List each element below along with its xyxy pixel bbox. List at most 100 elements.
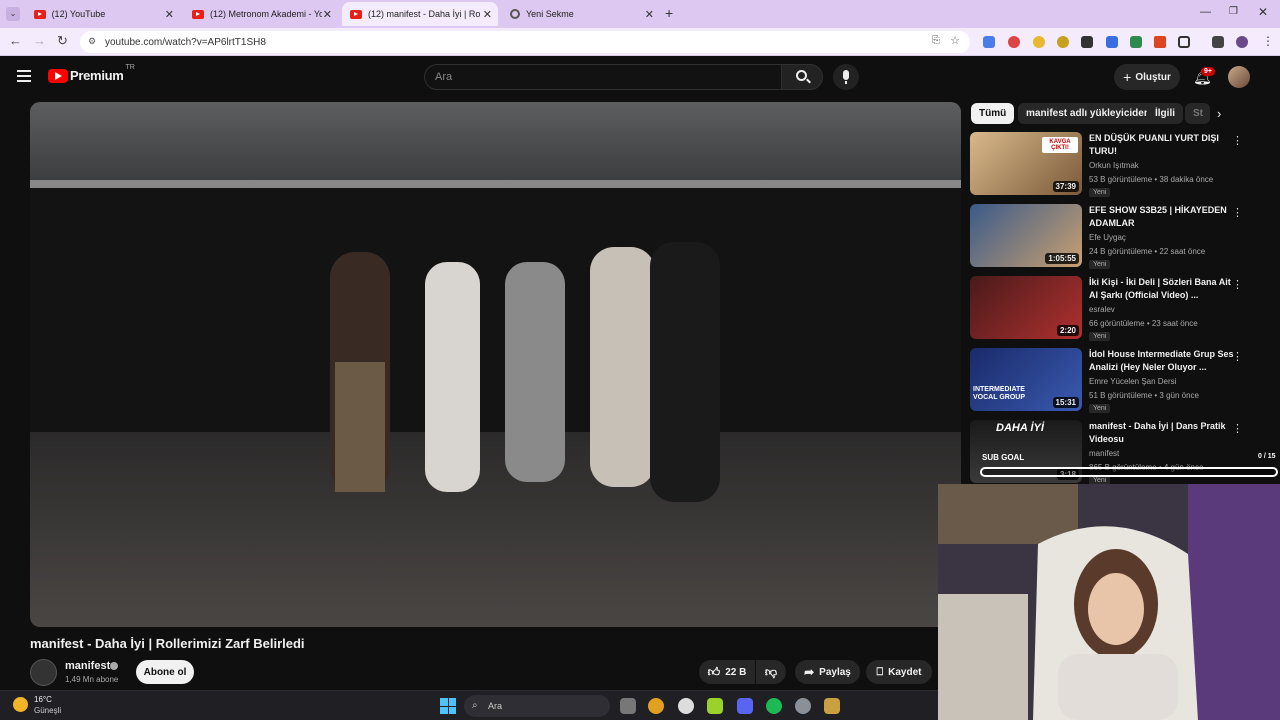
address-bar-row: ← → ↻ ⚙ youtube.com/watch?v=AP6lrtT1SH8 … bbox=[0, 28, 1280, 56]
close-tab-icon[interactable]: ✕ bbox=[165, 8, 174, 21]
taskbar-search-placeholder: Ara bbox=[488, 701, 503, 711]
extension-icon[interactable] bbox=[1106, 36, 1118, 48]
sub-goal-label: SUB GOAL bbox=[982, 453, 1025, 462]
like-button[interactable]: 👍︎ 22 B bbox=[699, 660, 755, 684]
recommendation-channel: manifest bbox=[1089, 449, 1120, 458]
share-arrow-icon: ➦ bbox=[804, 665, 815, 679]
more-options-icon[interactable]: ⋮ bbox=[1232, 350, 1243, 363]
tab-metronom[interactable]: (12) Metronom Akademi - YouT ✕ bbox=[184, 2, 338, 26]
chrome-icon[interactable] bbox=[648, 698, 664, 714]
close-window-icon[interactable]: ✕ bbox=[1258, 5, 1268, 19]
region-code: TR bbox=[125, 64, 135, 71]
recommendation-channel: Orkun Işıtmak bbox=[1089, 161, 1139, 170]
search-button[interactable] bbox=[781, 64, 823, 90]
thumbs-down-icon: 👎︎ bbox=[764, 664, 778, 679]
video-title: manifest - Daha İyi | Rollerimizi Zarf B… bbox=[30, 636, 305, 651]
recommendation-meta: 24 B görüntüleme • 22 saat önce bbox=[1089, 247, 1206, 256]
extension-icon[interactable] bbox=[1057, 36, 1069, 48]
youtube-header: Premium TR Ara + Oluştur 🔔︎ 9+ bbox=[0, 58, 1280, 98]
chip-more[interactable]: St bbox=[1185, 103, 1210, 124]
extension-icon[interactable] bbox=[1081, 36, 1093, 48]
extension-icon[interactable] bbox=[1130, 36, 1142, 48]
tab-youtube[interactable]: (12) YouTube ✕ bbox=[26, 2, 180, 26]
youtube-favicon-icon bbox=[192, 9, 204, 19]
github-icon[interactable] bbox=[678, 698, 694, 714]
extension-icon[interactable] bbox=[1008, 36, 1020, 48]
tab-search-icon[interactable]: ⌄ bbox=[6, 7, 20, 21]
new-tab-plus-icon[interactable]: + bbox=[665, 5, 673, 21]
tab-new-tab[interactable]: Yeni Sekme ✕ bbox=[502, 2, 660, 26]
taskbar-search-box[interactable]: ⌕ Ara bbox=[464, 695, 610, 717]
weather-icon[interactable] bbox=[13, 697, 28, 712]
video-thumbnail: 1:05:55 bbox=[970, 204, 1082, 267]
new-badge: Yeni bbox=[1089, 332, 1111, 341]
settings-gear-icon[interactable] bbox=[795, 698, 811, 714]
search-input[interactable]: Ara bbox=[424, 64, 782, 90]
tab-title: (12) Metronom Akademi - YouT bbox=[210, 9, 322, 19]
recommendation-item[interactable]: 2:20 İki Kişi - İki Deli | Sözleri Bana … bbox=[970, 276, 1270, 342]
extensions-puzzle-icon[interactable] bbox=[1178, 36, 1190, 48]
recommendation-channel: esralev bbox=[1089, 305, 1115, 314]
close-tab-icon[interactable]: ✕ bbox=[483, 8, 492, 21]
forward-arrow-icon[interactable]: → bbox=[33, 33, 46, 48]
extension-icon[interactable] bbox=[1154, 36, 1166, 48]
windows-start-icon[interactable] bbox=[440, 698, 456, 714]
sub-goal-progress-bar bbox=[980, 467, 1278, 477]
minimize-icon[interactable]: — bbox=[1200, 6, 1211, 18]
bookmark-icon: ⎕ bbox=[876, 665, 884, 678]
translate-extension-icon[interactable] bbox=[983, 36, 995, 48]
extension-icon[interactable] bbox=[1033, 36, 1045, 48]
subscribe-button[interactable]: Abone ol bbox=[136, 660, 194, 684]
more-options-icon[interactable]: ⋮ bbox=[1232, 422, 1243, 435]
new-badge: Yeni bbox=[1089, 404, 1111, 413]
more-options-icon[interactable]: ⋮ bbox=[1232, 278, 1243, 291]
media-control-icon[interactable] bbox=[1212, 36, 1224, 48]
site-info-icon[interactable]: ⚙ bbox=[88, 36, 96, 47]
share-button[interactable]: ➦ Paylaş bbox=[795, 660, 860, 684]
create-button[interactable]: + Oluştur bbox=[1114, 64, 1180, 90]
close-tab-icon[interactable]: ✕ bbox=[323, 8, 332, 21]
video-player[interactable] bbox=[30, 102, 961, 627]
recommendation-title: İdol House Intermediate Grup Ses Analizi… bbox=[1089, 349, 1234, 372]
bookmark-star-icon[interactable]: ☆ bbox=[950, 34, 960, 47]
channel-avatar[interactable] bbox=[30, 659, 57, 686]
video-duration: 15:31 bbox=[1052, 397, 1079, 408]
video-thumbnail: INTERMEDIATE VOCAL GROUP 15:31 bbox=[970, 348, 1082, 411]
app-icon[interactable] bbox=[824, 698, 840, 714]
recommendation-meta: 53 B görüntüleme • 38 dakika önce bbox=[1089, 175, 1214, 184]
chip-related[interactable]: İlgili bbox=[1147, 103, 1183, 124]
logo-text: Premium bbox=[70, 68, 124, 83]
discord-icon[interactable] bbox=[737, 698, 753, 714]
more-options-icon[interactable]: ⋮ bbox=[1232, 134, 1243, 147]
channel-name[interactable]: manifest bbox=[65, 660, 110, 672]
dancers-group bbox=[330, 242, 720, 502]
chip-all[interactable]: Tümü bbox=[971, 103, 1015, 124]
youtube-logo[interactable]: Premium TR bbox=[48, 64, 135, 83]
recommendation-item[interactable]: KAVGA ÇIKTI! 37:39 EN DÜŞÜK PUANLI YURT … bbox=[970, 132, 1270, 198]
task-view-icon[interactable] bbox=[620, 698, 636, 714]
tab-manifest[interactable]: (12) manifest - Daha İyi | Rollerir ✕ bbox=[342, 2, 498, 26]
recommendation-item[interactable]: 1:05:55 EFE SHOW S3B25 | HİKAYEDEN ADAML… bbox=[970, 204, 1270, 270]
account-avatar[interactable] bbox=[1228, 66, 1250, 88]
url-input[interactable]: ⚙ youtube.com/watch?v=AP6lrtT1SH8 ⎘ ☆ bbox=[80, 31, 970, 53]
browser-menu-icon[interactable]: ⋮ bbox=[1262, 34, 1274, 48]
video-duration: 2:20 bbox=[1056, 325, 1079, 336]
dislike-button[interactable]: 👎︎ bbox=[756, 660, 786, 684]
install-app-icon[interactable]: ⎘ bbox=[932, 35, 940, 46]
hamburger-menu-icon[interactable] bbox=[17, 70, 31, 82]
close-tab-icon[interactable]: ✕ bbox=[645, 8, 654, 21]
profile-avatar-icon[interactable] bbox=[1236, 36, 1248, 48]
more-options-icon[interactable]: ⋮ bbox=[1232, 206, 1243, 219]
save-button[interactable]: ⎕ Kaydet bbox=[866, 660, 932, 684]
live-app-icon[interactable] bbox=[707, 698, 723, 714]
voice-search-button[interactable] bbox=[833, 64, 859, 90]
restore-icon[interactable]: ❐ bbox=[1229, 6, 1238, 17]
recommendation-item[interactable]: INTERMEDIATE VOCAL GROUP 15:31 İdol Hous… bbox=[970, 348, 1270, 414]
spotify-icon[interactable] bbox=[766, 698, 782, 714]
new-badge: Yeni bbox=[1089, 188, 1111, 197]
reload-icon[interactable]: ↻ bbox=[57, 33, 68, 49]
back-arrow-icon[interactable]: ← bbox=[9, 33, 22, 48]
chip-from-uploader[interactable]: manifest adlı yükleyiciden bbox=[1018, 103, 1158, 124]
chips-next-arrow-icon[interactable]: › bbox=[1217, 106, 1221, 121]
thumbnail-text: DAHA İYİ bbox=[996, 422, 1044, 434]
